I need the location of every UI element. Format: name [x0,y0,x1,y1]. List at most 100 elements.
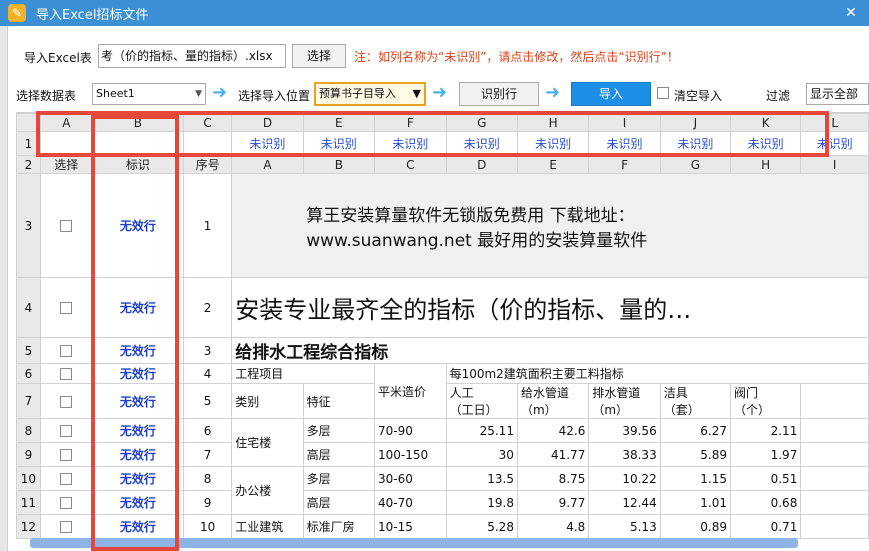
cell-f: 39.56 [588,418,661,443]
file-path-input[interactable]: 考（价的指标、量的指标）.xlsx [98,44,286,68]
arrow-right-icon: ➜ [545,82,561,103]
select-cell[interactable] [39,337,93,364]
select-cell[interactable] [39,173,93,278]
cell-b: 多层 [302,466,376,491]
cell-i [800,383,869,419]
cell-g-line2: （套） [663,403,700,417]
unrecognized-cell[interactable]: 未识别 [374,131,447,156]
cell-c: 30-60 [374,466,447,491]
col-header[interactable]: B [91,113,184,132]
src-col-header: H [730,155,802,174]
src-col-header: C [374,155,447,174]
cell-b: 多层 [302,418,376,443]
col-header[interactable]: F [374,113,447,132]
row-number: 10 [16,466,41,491]
position-select[interactable]: 预算书子目导入 ▼ [314,82,426,106]
unrecognized-cell[interactable]: 未识别 [588,131,661,156]
col-header[interactable]: K [730,113,802,132]
table-row: 12 无效行 10 工业建筑 标准厂房 10-15 5.28 4.8 5.13 … [16,514,869,539]
left-edge-strip [0,26,8,551]
row-checkbox[interactable] [60,220,73,232]
close-icon[interactable]: ✕ [841,3,861,23]
select-cell[interactable] [39,490,93,515]
mark-cell: 无效行 [91,383,184,419]
cell-h: 0.51 [730,466,802,491]
cell-a: 办公楼 [231,466,304,515]
horizontal-scrollbar[interactable] [30,538,798,548]
col-header[interactable]: G [445,113,518,132]
position-select-value: 预算书子目导入 [319,87,396,100]
arrow-right-icon: ➜ [432,82,448,103]
cell-b: 高层 [302,490,376,515]
cell-a: 类别 [231,383,304,419]
unrecognized-cell[interactable]: 未识别 [516,131,590,156]
cell-d: 30 [445,442,518,467]
cell-d: 19.8 [445,490,518,515]
row-number: 2 [16,155,41,174]
row-checkbox[interactable] [60,302,73,314]
select-cell[interactable] [39,418,93,443]
row-checkbox[interactable] [60,449,73,461]
cell-i [800,418,869,443]
table-row: 8 无效行 6 住宅楼 多层 70-90 25.11 42.6 39.56 6.… [16,418,869,467]
clear-import-checkbox[interactable] [657,87,669,99]
row-number: 3 [16,173,41,278]
select-cell[interactable] [39,383,93,419]
unrecognized-cell[interactable]: 未识别 [302,131,376,156]
filter-select[interactable]: 显示全部 [806,83,869,105]
row-number: 4 [16,277,41,338]
col-header[interactable]: I [588,113,661,132]
select-cell[interactable] [39,277,93,338]
cell-c: 10-15 [374,514,447,539]
col-header[interactable]: H [516,113,590,132]
cell-d-line2: （工日） [449,403,498,417]
mapping-cell[interactable] [91,131,184,156]
src-col-header: I [800,155,869,174]
col-header[interactable]: E [302,113,376,132]
table-row: 4 无效行 2 安装专业最齐全的指标（价的指标、量的… [16,277,869,338]
col-header[interactable]: L [800,113,869,132]
table-row: 9 无效行 7 高层 100-150 30 41.77 38.33 5.89 1… [16,442,869,467]
select-cell[interactable] [39,363,93,384]
row-checkbox[interactable] [60,521,73,533]
cell-c: 100-150 [374,442,447,467]
browse-button[interactable]: 选择 [292,44,346,68]
seq-cell: 4 [182,363,233,384]
seq-cell: 9 [182,490,233,515]
mark-cell: 无效行 [91,442,184,467]
import-button[interactable]: 导入 [571,82,651,106]
mark-cell: 无效行 [91,418,184,443]
file-label: 导入Excel表 [24,51,92,65]
cell-a: 住宅楼 [231,418,304,467]
file-path-value: 考（价的指标、量的指标）.xlsx [101,49,273,63]
mapping-cell[interactable] [182,131,233,156]
unrecognized-cell[interactable]: 未识别 [231,131,304,156]
identify-row-button[interactable]: 识别行 [459,82,539,106]
mapping-cell[interactable] [39,131,93,156]
cell-e: 42.6 [516,418,590,443]
sheet-select[interactable]: Sheet1 ▼ [92,83,206,105]
col-header[interactable]: A [39,113,93,132]
unrecognized-cell[interactable]: 未识别 [730,131,802,156]
row-checkbox[interactable] [60,497,73,509]
unrecognized-cell[interactable]: 未识别 [659,131,732,156]
col-header[interactable]: C [182,113,233,132]
seq-cell: 10 [182,514,233,539]
col-header[interactable]: J [659,113,732,132]
select-cell[interactable] [39,442,93,467]
row-checkbox[interactable] [60,345,73,357]
row-checkbox[interactable] [60,473,73,485]
select-cell[interactable] [39,514,93,539]
cell-h: 阀门 （个） [730,383,802,419]
select-cell[interactable] [39,466,93,491]
row-checkbox[interactable] [60,368,73,380]
unrecognized-cell[interactable]: 未识别 [800,131,869,156]
data-grid: A B C D E F G H I J K L 1 未识别 未识别 未识别 未识… [16,112,869,541]
col-header[interactable]: D [231,113,304,132]
cell-f: 5.13 [588,514,661,539]
banner-cell: 算王安装算量软件无锁版免费用 下载地址： www.suanwang.net 最好… [231,173,869,278]
unrecognized-cell[interactable]: 未识别 [445,131,518,156]
row-checkbox[interactable] [60,425,73,437]
cell-g: 1.01 [659,490,732,515]
row-checkbox[interactable] [60,395,73,408]
